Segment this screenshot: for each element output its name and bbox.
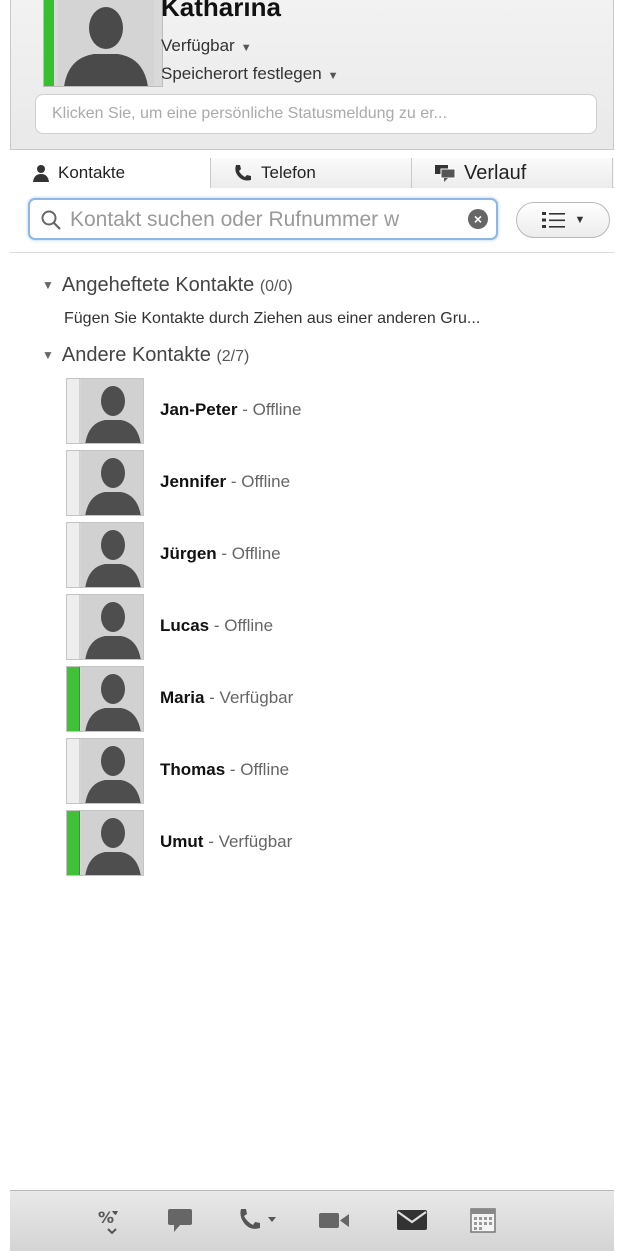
clear-icon[interactable]: × <box>468 209 488 229</box>
tab-label: Telefon <box>261 163 316 182</box>
tab-label: Kontakte <box>58 163 126 182</box>
presence-bar <box>67 523 80 587</box>
avatar <box>66 522 144 588</box>
chat-icon[interactable] <box>166 1205 196 1235</box>
contact-row[interactable]: Umut - Verfügbar <box>66 810 566 878</box>
avatar <box>66 450 144 516</box>
avatar <box>66 810 144 876</box>
contact-status: - Offline <box>221 544 281 563</box>
chevron-down-icon: ▼ <box>240 42 252 54</box>
person-silhouette-icon <box>58 0 154 86</box>
person-silhouette-icon <box>81 451 143 515</box>
dialpad-icon[interactable]: % <box>96 1205 126 1237</box>
contact-status: - Offline <box>213 616 274 635</box>
profile-avatar[interactable] <box>43 0 163 87</box>
availability-dropdown[interactable]: Verfügbar ▼ <box>161 36 252 56</box>
tab-telefon[interactable]: Telefon <box>211 158 412 188</box>
tab-kontakte[interactable]: Kontakte <box>10 158 211 188</box>
view-options-button[interactable]: ▼ <box>516 202 610 238</box>
phone-icon <box>233 164 253 182</box>
contact-name: Jürgen <box>160 544 217 563</box>
contact-status: - Offline <box>242 400 302 419</box>
group-header-pinned[interactable]: ▼ Angeheftete Kontakte (0/0) <box>42 274 293 297</box>
contact-row[interactable]: Jennifer - Offline <box>66 450 566 518</box>
person-silhouette-icon <box>81 811 143 875</box>
contact-row[interactable]: Jan-Peter - Offline <box>66 378 566 446</box>
avatar <box>66 738 144 804</box>
disclosure-triangle-icon: ▼ <box>42 278 54 292</box>
svg-text:%: % <box>98 1208 114 1227</box>
status-message-field[interactable]: Klicken Sie, um eine persönliche Statusm… <box>35 94 597 134</box>
disclosure-triangle-icon: ▼ <box>42 348 54 362</box>
contact-name: Jennifer <box>160 472 227 491</box>
tab-verlauf[interactable]: Verlauf <box>412 158 613 188</box>
group-count: (2/7) <box>216 348 250 365</box>
group-count: (0/0) <box>259 278 293 295</box>
tab-bar: Kontakte Telefon Verlauf <box>10 158 614 188</box>
group-label: Angeheftete Kontakte <box>61 274 255 296</box>
avatar <box>66 594 144 660</box>
presence-bar <box>67 595 80 659</box>
list-view-icon <box>541 212 565 228</box>
chevron-down-icon: ▼ <box>327 70 339 82</box>
presence-bar <box>67 739 80 803</box>
presence-bar <box>67 811 80 875</box>
contact-status: - Verfügbar <box>208 832 293 851</box>
search-icon <box>41 210 61 230</box>
contact-name: Lucas <box>160 616 210 635</box>
contact-status: - Offline <box>229 760 290 779</box>
contact-search-box: × <box>28 198 498 240</box>
person-silhouette-icon <box>81 667 143 731</box>
contact-row[interactable]: Lucas - Offline <box>66 594 566 662</box>
calendar-icon[interactable] <box>468 1205 498 1235</box>
contact-status: - Verfügbar <box>209 688 294 707</box>
location-dropdown[interactable]: Speicherort festlegen ▼ <box>161 64 339 84</box>
contact-row[interactable]: Thomas - Offline <box>66 738 566 806</box>
chevron-down-icon: ▼ <box>574 214 586 226</box>
phone-dropdown-icon[interactable] <box>236 1205 284 1235</box>
location-label: Speicherort festlegen <box>161 64 322 83</box>
mail-icon[interactable] <box>394 1205 430 1235</box>
group-header-other[interactable]: ▼ Andere Kontakte (2/7) <box>42 344 249 367</box>
contact-name: Thomas <box>160 760 226 779</box>
profile-name: Katharina <box>161 0 281 22</box>
contact-name: Umut <box>160 832 204 851</box>
tab-label: Verlauf <box>464 161 527 184</box>
presence-bar <box>67 667 80 731</box>
profile-panel: Katharina Verfügbar ▼ Speicherort festleg… <box>10 0 614 150</box>
video-icon[interactable] <box>316 1205 352 1235</box>
person-silhouette-icon <box>81 739 143 803</box>
search-input[interactable] <box>68 204 457 236</box>
person-silhouette-icon <box>81 379 143 443</box>
availability-label: Verfügbar <box>161 36 235 55</box>
avatar <box>66 666 144 732</box>
contact-status: - Offline <box>230 472 291 491</box>
pinned-hint: Fügen Sie Kontakte durch Ziehen aus eine… <box>64 310 481 327</box>
contact-row[interactable]: Maria - Verfügbar <box>66 666 566 734</box>
contact-row[interactable]: Jürgen - Offline <box>66 522 566 590</box>
contact-name: Jan-Peter <box>160 400 238 419</box>
contact-name: Maria <box>160 688 205 707</box>
presence-bar <box>67 451 80 515</box>
person-icon <box>32 164 50 182</box>
presence-indicator <box>44 0 54 86</box>
avatar <box>66 378 144 444</box>
divider <box>10 252 614 253</box>
group-label: Andere Kontakte <box>61 344 211 366</box>
presence-bar <box>67 379 80 443</box>
person-silhouette-icon <box>81 523 143 587</box>
person-silhouette-icon <box>81 595 143 659</box>
chat-bubbles-icon <box>434 164 456 182</box>
bottom-toolbar: % <box>10 1190 614 1251</box>
